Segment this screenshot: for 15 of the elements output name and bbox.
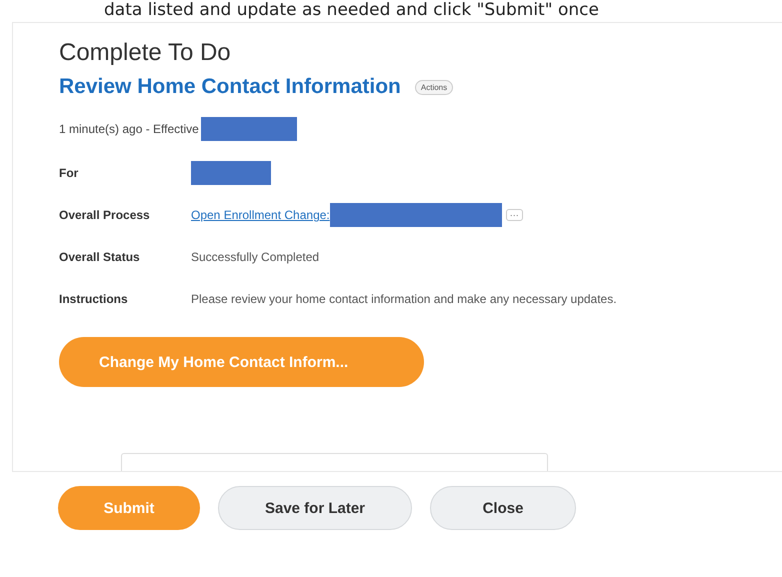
- field-value: Successfully Completed: [191, 250, 320, 264]
- field-label: For: [59, 166, 80, 180]
- footer-button[interactable]: Close: [430, 486, 576, 530]
- document-text: data listed and update as needed and click "Submit" once: [103, 0, 600, 20]
- field-label: Overall Status: [59, 250, 141, 264]
- timestamp: 1 minute(s) ago - Effective: [59, 122, 199, 136]
- process-link[interactable]: Open Enrollment Change:: [191, 208, 330, 222]
- page-title: Complete To Do: [59, 39, 232, 67]
- field-value: Please review your home contact information and make any necessary updates.: [191, 292, 617, 306]
- actions-button[interactable]: Actions: [414, 80, 454, 94]
- task-title: Review Home Contact Information: [59, 75, 401, 99]
- more-button[interactable]: ···: [506, 209, 523, 221]
- footer-button[interactable]: Save for Later: [218, 486, 412, 530]
- field-label: Instructions: [59, 292, 129, 306]
- field-label: Overall Process: [59, 208, 151, 222]
